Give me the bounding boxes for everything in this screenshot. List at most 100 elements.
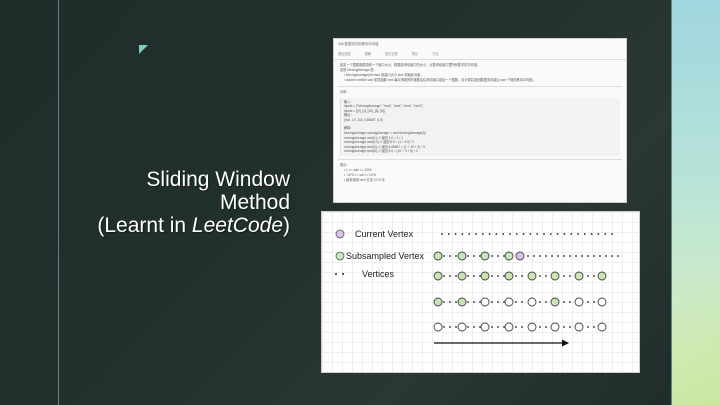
open-vertex — [574, 297, 584, 307]
subsampled-vertex — [527, 271, 537, 281]
subsampled-vertex — [504, 271, 514, 281]
vertex-dot — [455, 301, 457, 303]
vertex-dot — [545, 301, 547, 303]
vertex-dot — [539, 326, 541, 328]
code-line: movingAverage.next(5); // 返回 6.0 = (10 +… — [344, 149, 418, 154]
open-vertex — [550, 322, 560, 332]
vertex-dot — [473, 326, 475, 328]
vertex-dot — [481, 233, 484, 235]
vertex-dot — [443, 275, 445, 277]
vertex-dot — [447, 233, 450, 235]
subsampled-vertex — [574, 271, 584, 281]
doc-tab[interactable]: 讨论 — [432, 51, 438, 58]
vertex-dot — [497, 255, 499, 257]
vertex-dot — [461, 233, 464, 235]
vertex-dot — [569, 255, 571, 257]
vertex-dot — [569, 301, 571, 303]
vertex-dot — [581, 255, 583, 257]
vertex-dot — [521, 326, 523, 328]
vertex-dot — [515, 301, 517, 303]
open-vertex — [597, 297, 607, 307]
subsampled-vertex — [480, 251, 490, 261]
example-label: 示例： — [340, 89, 350, 94]
vertex-dot — [467, 301, 469, 303]
decorative-band — [672, 0, 720, 405]
vertex-dot — [593, 275, 595, 277]
vertex-dot — [587, 301, 589, 303]
vertex-dot — [545, 255, 547, 257]
vertex-dot — [617, 255, 619, 257]
doc-tab[interactable]: 提交记录 — [385, 51, 398, 58]
legend-subsampled-label: Subsampled Vertex — [346, 251, 425, 261]
vertex-dot — [539, 301, 541, 303]
open-vertex — [504, 297, 514, 307]
vertex-dot — [587, 326, 589, 328]
diagram-canvas: Current Vertex Subsampled Vertex Vertice… — [335, 229, 619, 347]
vertex-dot — [443, 255, 445, 257]
vertex-dot — [497, 275, 499, 277]
left-rule-line — [58, 0, 59, 405]
vertex-dot — [563, 233, 566, 235]
title-line-1: Sliding Window — [146, 168, 290, 191]
vertex-dot — [515, 233, 518, 235]
vertex-dot — [563, 275, 565, 277]
vertex-dot — [593, 255, 595, 257]
open-vertex — [527, 322, 537, 332]
vertex-dot — [605, 255, 607, 257]
vertex-dot — [527, 255, 529, 257]
vertex-dot — [491, 326, 493, 328]
vertex-dot — [497, 326, 499, 328]
vertex-dot — [473, 275, 475, 277]
vertex-dot — [529, 233, 532, 235]
slide: Sliding Window Method (Learnt in LeetCod… — [0, 0, 720, 405]
dots-icon — [342, 273, 344, 275]
doc-tab[interactable]: 题目描述 — [338, 51, 351, 58]
vertex-dot — [443, 301, 445, 303]
vertex-dot — [475, 233, 477, 235]
doc-tabs: 题目描述 题解 提交记录 笔记 讨论 — [334, 50, 626, 60]
vertex-dot — [515, 275, 517, 277]
vertex-dot — [521, 301, 523, 303]
legend-current-label: Current Vertex — [355, 229, 414, 239]
vertex-dot — [597, 233, 600, 235]
corner-arrow-icon — [139, 45, 148, 54]
subsampled-vertex — [480, 271, 490, 281]
subsampled-vertex — [433, 271, 443, 281]
vertex-dot — [577, 233, 579, 235]
vertex-dot — [491, 275, 493, 277]
subsampled-vertex — [504, 251, 514, 261]
vertex-dot — [563, 301, 565, 303]
vertex-dot — [563, 326, 565, 328]
doc-tab[interactable]: 笔记 — [412, 51, 418, 58]
vertex-dot — [551, 255, 553, 257]
vertex-dot — [491, 301, 493, 303]
subsampled-vertex — [433, 297, 443, 307]
vertex-dot — [515, 326, 517, 328]
vertex-dot — [467, 275, 469, 277]
vertex-dot — [549, 233, 552, 235]
vertex-dot — [509, 233, 511, 235]
vertex-dot — [455, 275, 457, 277]
vertex-dot — [575, 255, 577, 257]
subsampled-vertex — [550, 297, 560, 307]
subsampled-vertex — [550, 271, 560, 281]
vertex-dot — [536, 233, 539, 235]
vertex-dot — [467, 326, 469, 328]
vertex-dot — [455, 255, 457, 257]
vertex-dot — [449, 326, 451, 328]
open-vertex — [480, 297, 490, 307]
vertex-dot — [497, 301, 499, 303]
vertex-dot — [449, 255, 451, 257]
vertex-dot — [570, 233, 573, 235]
vertex-dot — [473, 301, 475, 303]
vertex-dot — [491, 255, 493, 257]
code-block: 输入： inputs = ["MovingAverage", "next", "… — [340, 97, 620, 157]
vertex-dot — [468, 233, 471, 235]
vertex-dot — [441, 233, 443, 235]
doc-tab[interactable]: 题解 — [365, 51, 371, 58]
sliding-window-diagram: Current Vertex Subsampled Vertex Vertice… — [321, 211, 640, 373]
open-vertex — [504, 322, 514, 332]
vertex-dot — [522, 233, 525, 235]
purple-circle-icon — [335, 229, 345, 239]
vertex-dot — [557, 255, 559, 257]
